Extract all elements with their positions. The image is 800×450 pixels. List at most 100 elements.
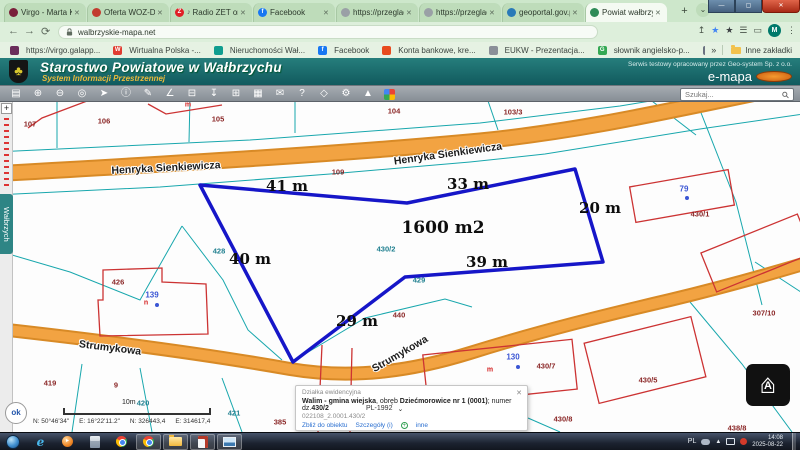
browser-tab[interactable]: https://przegladark...✕: [419, 3, 501, 22]
reading-list-icon[interactable]: ☰: [739, 25, 747, 36]
emapa-brand[interactable]: e-mapa: [708, 69, 752, 84]
north-arrow-icon[interactable]: ▲: [357, 86, 379, 102]
bookmark-item[interactable]: Nieruchomości Wał...: [214, 46, 305, 55]
browser-tab[interactable]: fFacebook✕: [253, 3, 335, 22]
full-extent-icon[interactable]: ◎: [71, 86, 93, 102]
menu-dots-icon[interactable]: ⋮: [787, 25, 796, 36]
browser-tab[interactable]: Powiat wałbrzyski✕: [585, 3, 667, 22]
tab-close-icon[interactable]: ✕: [74, 9, 82, 17]
maximize-button[interactable]: ▢: [735, 0, 762, 13]
tab-title: Facebook: [270, 8, 321, 17]
tab-audio-icon[interactable]: ♪: [187, 9, 191, 16]
search-icon[interactable]: [782, 91, 789, 99]
taskbar-explorer-icon[interactable]: [163, 434, 188, 450]
forward-icon[interactable]: →: [24, 25, 35, 37]
tab-close-icon[interactable]: ✕: [323, 9, 331, 17]
street-name-label: Strumykowa: [370, 333, 430, 375]
bookmarks-overflow-icon[interactable]: »: [705, 45, 723, 55]
map-annotation: n: [144, 300, 148, 307]
apps-grid-icon[interactable]: [384, 89, 395, 100]
draw-icon[interactable]: ✎: [137, 86, 159, 102]
share-icon[interactable]: ↥: [698, 25, 706, 36]
parcel-number: 105: [212, 115, 225, 124]
zoom-to-object-link[interactable]: Zbliż do obiektu: [302, 422, 348, 429]
tray-app-icon[interactable]: [740, 438, 747, 445]
zoom-slider[interactable]: [4, 118, 9, 190]
browser-tab[interactable]: https://przegladark...✕: [336, 3, 418, 22]
bookmark-star-icon[interactable]: ★: [711, 25, 719, 36]
taskbar-calculator-icon[interactable]: [82, 434, 107, 450]
bookmark-item[interactable]: fFacebook: [318, 46, 369, 55]
details-link[interactable]: Szczegóły (i): [356, 422, 393, 429]
taskbar-journal-icon[interactable]: [190, 434, 215, 450]
browser-tab[interactable]: geoportal.gov.pl✕: [502, 3, 584, 22]
parcel-number: 103/3: [504, 108, 523, 117]
new-tab-button[interactable]: +: [676, 3, 693, 20]
zoom-in-icon[interactable]: ⊕: [27, 86, 49, 102]
sidebar-tab-walbrzych[interactable]: Wałbrzych: [0, 194, 13, 254]
tab-close-icon[interactable]: ✕: [406, 9, 414, 17]
taskbar-photos-icon[interactable]: [217, 434, 242, 450]
search-input[interactable]: [685, 90, 782, 99]
tray-expand-icon[interactable]: ▲: [715, 439, 721, 445]
tab-close-icon[interactable]: ✕: [240, 9, 248, 17]
crs-selector[interactable]: PL-1992 ⌄: [366, 405, 403, 413]
bookmark-item[interactable]: https://virgo.galapp...: [10, 46, 100, 55]
tab-close-icon[interactable]: ✕: [157, 9, 165, 17]
message-icon[interactable]: ✉: [269, 86, 291, 102]
close-button[interactable]: ✕: [762, 0, 800, 13]
window-controls: — ▢ ✕: [708, 0, 800, 13]
other-link[interactable]: inne: [416, 422, 428, 429]
minimize-button[interactable]: —: [708, 0, 735, 13]
language-indicator[interactable]: PL: [688, 438, 697, 445]
settings-icon[interactable]: ⚙: [335, 86, 357, 102]
clock[interactable]: 14:08 2025-08-22: [752, 435, 783, 449]
start-button[interactable]: [6, 435, 20, 449]
profile-avatar[interactable]: M: [768, 24, 781, 37]
bookmark-item[interactable]: Gsłownik angielsko-p...: [598, 46, 690, 55]
search-box[interactable]: [680, 88, 794, 101]
layers-icon[interactable]: ▤: [5, 86, 27, 102]
bookmark-item[interactable]: EUKW - Prezentacja...: [489, 46, 585, 55]
polygon-icon[interactable]: ◇: [313, 86, 335, 102]
map-canvas[interactable]: 41 m33 m20 m40 m39 m29 m1600 m2107106105…: [0, 102, 800, 432]
panels-icon[interactable]: ▦: [247, 86, 269, 102]
measure-icon[interactable]: ∠: [159, 86, 181, 102]
download-icon[interactable]: ↧: [203, 86, 225, 102]
accessibility-button[interactable]: ⌂ A: [746, 364, 790, 406]
chevron-down-icon: ⌄: [397, 405, 403, 413]
zoom-in-button[interactable]: +: [1, 103, 12, 114]
tray-keyboard-icon[interactable]: [701, 439, 710, 445]
address-bar: ← → ⟳ walbrzyskie-mapa.net ↥ ★ ★ ☰ ▭ M ⋮: [0, 22, 800, 42]
select-arrow-icon[interactable]: ➤: [93, 86, 115, 102]
tab-close-icon[interactable]: ✕: [572, 9, 580, 17]
tab-close-icon[interactable]: ✕: [655, 9, 663, 17]
side-panel-icon[interactable]: ▭: [753, 25, 762, 36]
add-icon[interactable]: +: [401, 422, 408, 429]
url-field[interactable]: walbrzyskie-mapa.net: [58, 25, 598, 39]
browser-tab[interactable]: Z♪Radio ZET onli...✕: [170, 3, 252, 22]
bookmark-label: Facebook: [334, 46, 369, 55]
taskbar-ie-icon[interactable]: e: [28, 434, 53, 450]
reload-icon[interactable]: ⟳: [41, 25, 50, 38]
other-bookmarks-button[interactable]: Inne zakładki: [723, 46, 800, 55]
show-desktop-button[interactable]: [792, 433, 796, 450]
bookmark-item[interactable]: WWirtualna Polska -...: [113, 46, 201, 55]
tab-close-icon[interactable]: ✕: [489, 9, 497, 17]
taskbar-chrome-icon[interactable]: [109, 434, 134, 450]
browser-tab[interactable]: Oferta WOZ-DS-37...✕: [87, 3, 169, 22]
pinned-extension-icon[interactable]: ★: [725, 25, 733, 36]
close-icon[interactable]: ✕: [516, 389, 522, 397]
zoom-out-icon[interactable]: ⊖: [49, 86, 71, 102]
identify-icon[interactable]: ⓘ: [115, 86, 137, 102]
street-name-label: Henryka Sienkiewicza: [111, 159, 221, 177]
bookmark-item[interactable]: Konta bankowe, kre...: [382, 46, 475, 55]
back-icon[interactable]: ←: [8, 25, 19, 37]
copy-view-icon[interactable]: ⊞: [225, 86, 247, 102]
browser-tab[interactable]: Virgo - Marta Kacz...✕: [4, 3, 86, 22]
taskbar-mediaplayer-icon[interactable]: ▸: [55, 434, 80, 450]
print-icon[interactable]: ⊟: [181, 86, 203, 102]
taskbar-chrome-active-icon[interactable]: [136, 434, 161, 450]
help-icon[interactable]: ?: [291, 86, 313, 102]
network-icon[interactable]: [726, 438, 735, 445]
